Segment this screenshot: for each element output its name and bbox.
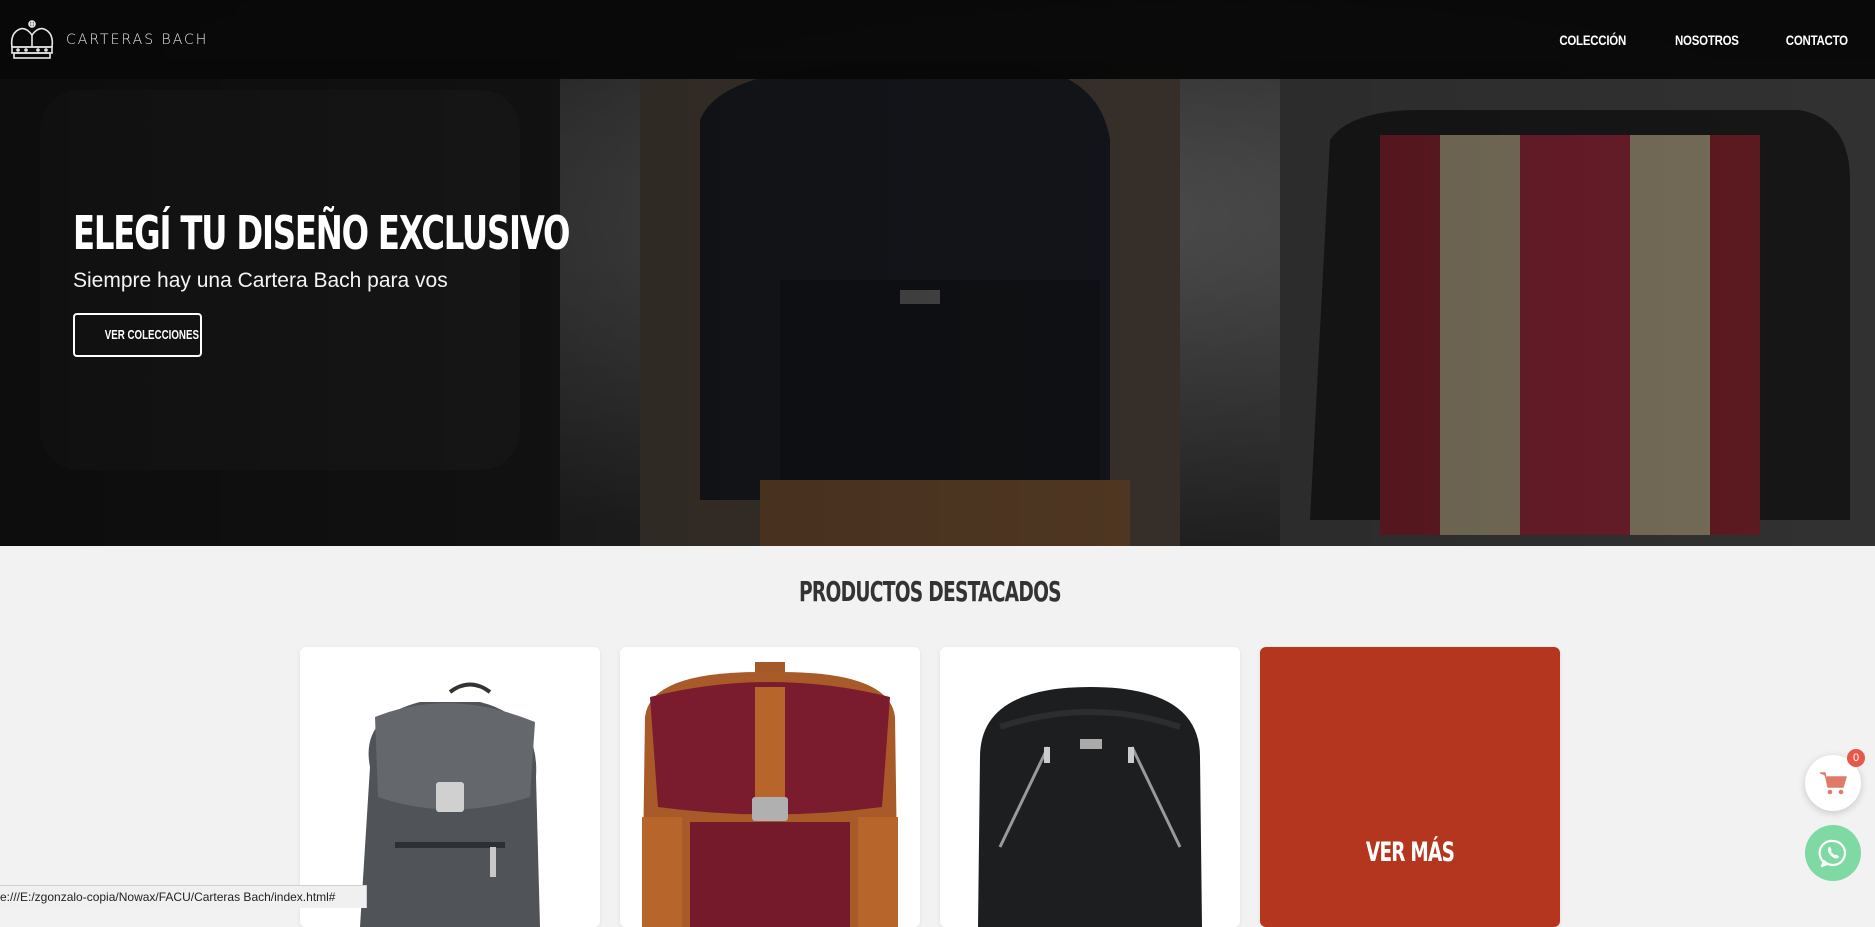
whatsapp-icon [1818, 839, 1847, 868]
featured-title-text: PRODUCTOS DESTACADOS [799, 575, 1062, 608]
crown-icon [10, 19, 54, 59]
nav-coleccion[interactable]: COLECCIÓN [1560, 32, 1627, 48]
cart-icon [1820, 772, 1847, 795]
featured-title: PRODUCTOS DESTACADOS [0, 575, 1860, 608]
hero-title: ELEGÍ TU DISEÑO EXCLUSIVO [73, 206, 570, 260]
products-grid: VER MÁS [300, 647, 1560, 927]
see-more-label: VER MÁS [1260, 837, 1560, 868]
cart-button[interactable]: 0 [1805, 749, 1865, 811]
brand[interactable]: CARTERAS BACH [6, 17, 208, 63]
backpack-black-icon [978, 687, 1202, 927]
nav-links: COLECCIÓN NOSOTROS CONTACTO [1552, 32, 1855, 48]
hero-subtitle: Siempre hay una Cartera Bach para vos [73, 269, 448, 292]
brand-name: CARTERAS BACH [66, 31, 209, 48]
browser-status-url: e:///E:/zgonzalo-copia/Nowax/FACU/Carter… [0, 885, 367, 908]
nav-contacto[interactable]: CONTACTO [1786, 32, 1848, 48]
whatsapp-button[interactable] [1805, 825, 1861, 881]
cart-count-badge: 0 [1847, 749, 1865, 767]
hero-banner: ELEGÍ TU DISEÑO EXCLUSIVO Siempre hay un… [0, 0, 1875, 546]
view-collections-button[interactable]: VER COLECCIONES [73, 313, 202, 357]
see-more-text: VER MÁS [1365, 837, 1455, 868]
nav-nosotros[interactable]: NOSOTROS [1675, 32, 1739, 48]
view-collections-label: VER COLECCIONES [104, 327, 199, 342]
navbar: CARTERAS BACH COLECCIÓN NOSOTROS CONTACT… [0, 0, 1875, 79]
product-card-2[interactable] [620, 647, 920, 927]
backpack-burgundy-icon [642, 662, 898, 927]
hero-content: ELEGÍ TU DISEÑO EXCLUSIVO Siempre hay un… [73, 205, 709, 357]
see-more-card[interactable]: VER MÁS [1260, 647, 1560, 927]
product-card-3[interactable] [940, 647, 1240, 927]
